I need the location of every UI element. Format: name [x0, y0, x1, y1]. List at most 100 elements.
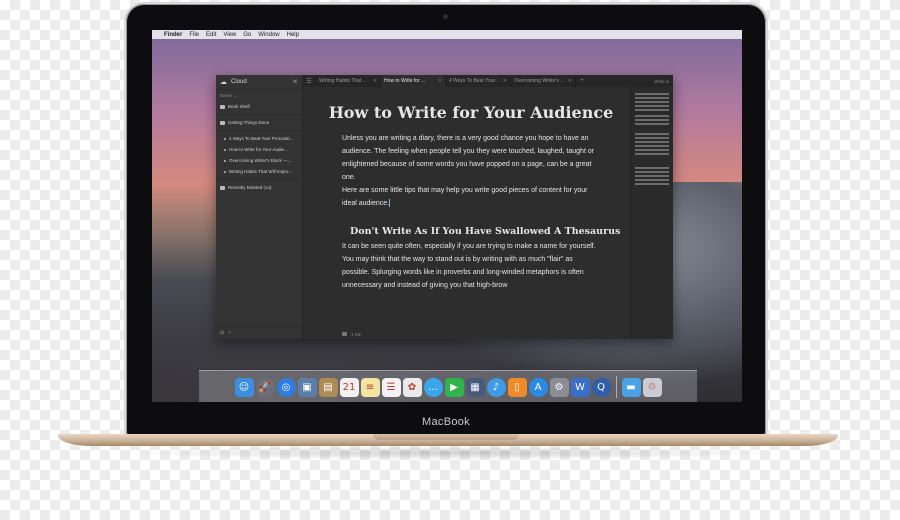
- sidebar-item-getting-things-done[interactable]: Getting Things Done: [216, 117, 302, 128]
- document-icon: [224, 148, 226, 151]
- editor-footer: 1 KB: [302, 329, 673, 339]
- launchpad-icon[interactable]: 🚀: [255, 377, 275, 397]
- trash-icon: [220, 185, 225, 190]
- menu-help[interactable]: Help: [287, 32, 299, 38]
- camera-icon: [443, 14, 448, 19]
- add-icon[interactable]: ⊞: [220, 330, 224, 336]
- tab-close-icon[interactable]: ✕: [568, 78, 572, 84]
- menu-edit[interactable]: Edit: [206, 32, 216, 38]
- preview-line: [635, 101, 669, 103]
- tab-overcoming[interactable]: Overcoming Writer's ... ✕: [511, 75, 576, 87]
- sidebar-title: Cloud: [231, 79, 247, 85]
- preview-line: [635, 183, 669, 185]
- text-cursor: [389, 199, 391, 208]
- document-paragraph: Here are some little tips that may help …: [342, 187, 588, 208]
- reminders-icon[interactable]: ☰: [381, 377, 401, 397]
- photobooth-icon[interactable]: ▦: [465, 377, 485, 397]
- sidebar-item-doc[interactable]: Writing Habits That Will Impro...: [216, 166, 302, 177]
- writer-icon[interactable]: W: [570, 377, 590, 397]
- sidebar-item-doc[interactable]: 4 Ways To Beat Your Procrasti...: [216, 133, 302, 144]
- new-document-icon[interactable]: +: [228, 330, 231, 336]
- sidebar-item-book-shelf[interactable]: Book Shelf: [216, 101, 302, 112]
- sidebar: ☁ Cloud ✕ Name ⌄ Book Shelf Getting Thin…: [216, 75, 303, 339]
- tab-writing-habits[interactable]: Writing Habits That ... ✕: [316, 75, 381, 87]
- menu-window[interactable]: Window: [258, 32, 279, 38]
- preview-line: [635, 105, 669, 107]
- menu-file[interactable]: File: [189, 32, 199, 38]
- sidebar-header: ☁ Cloud ✕: [216, 75, 302, 90]
- sidebar-item-recently-deleted[interactable]: Recently Deleted (14): [216, 182, 302, 193]
- preview-line: [635, 133, 669, 135]
- preview-line: [635, 149, 669, 151]
- menu-finder[interactable]: Finder: [164, 32, 182, 38]
- system-preferences-icon[interactable]: ⚙: [549, 377, 569, 397]
- calendar-icon[interactable]: 21: [339, 377, 359, 397]
- appstore-icon[interactable]: A: [528, 377, 548, 397]
- new-tab-icon[interactable]: +: [576, 75, 588, 87]
- tab-close-icon[interactable]: ✕: [373, 78, 377, 84]
- preview-line: [635, 171, 669, 173]
- macbook-label: MacBook: [422, 416, 470, 428]
- divider: [216, 179, 302, 180]
- writer-window: ☁ Cloud ✕ Name ⌄ Book Shelf Getting Thin…: [216, 75, 673, 339]
- sidebar-item-doc[interactable]: Overcoming Writer's Block —...: [216, 155, 302, 166]
- preview-line: [635, 167, 669, 169]
- preview-line: [635, 175, 669, 177]
- document-title: How to Write for Your Audience: [328, 103, 614, 122]
- preview-line: [635, 123, 669, 125]
- messages-icon[interactable]: …: [423, 377, 443, 397]
- sidebar-footer: ⊞ +: [216, 326, 302, 339]
- preview-line: [635, 141, 669, 143]
- preview-line: [635, 115, 669, 117]
- document-icon: [224, 170, 226, 173]
- screen: Finder File Edit View Go Window Help ☁ C…: [152, 30, 742, 402]
- cloud-icon: ☁: [220, 79, 227, 86]
- close-icon[interactable]: ✕: [292, 78, 298, 86]
- preview-pane[interactable]: [630, 87, 673, 339]
- preview-line: [635, 119, 669, 121]
- divider: [216, 114, 302, 115]
- downloads-folder-icon[interactable]: ▬: [621, 377, 641, 397]
- finder-icon[interactable]: ☺: [234, 377, 254, 397]
- document-heading: Don't Write As If You Have Swallowed A T…: [350, 226, 621, 237]
- tab-bar-right-label[interactable]: Write &: [654, 75, 673, 87]
- preview-line: [635, 97, 669, 99]
- dock-separator: [615, 376, 617, 398]
- preview-line: [635, 93, 669, 95]
- dock: ☺ 🚀 ◎ ▣ ▤ 21 ≡ ☰ ✿… ▶ ▦ ♪ ▯ A ⚙ W Q ▬ ♲: [199, 370, 697, 402]
- divider: [216, 130, 302, 131]
- preview-icon[interactable]: ▣: [297, 377, 317, 397]
- safari-icon[interactable]: ◎: [276, 377, 296, 397]
- trash-icon[interactable]: ♲: [642, 377, 662, 397]
- menu-go[interactable]: Go: [243, 32, 251, 38]
- laptop-shadow: [120, 446, 780, 460]
- contacts-icon[interactable]: ▤: [318, 377, 338, 397]
- preview-line: [635, 137, 669, 139]
- tab-bar: ☰ Writing Habits That ... ✕ How to Write …: [302, 75, 673, 87]
- facetime-icon[interactable]: ▶: [444, 377, 464, 397]
- laptop-notch: [373, 434, 519, 440]
- sidebar-sort-label[interactable]: Name ⌄: [216, 90, 302, 101]
- ibooks-icon[interactable]: ▯: [507, 377, 527, 397]
- tab-close-icon[interactable]: ✕: [438, 78, 442, 84]
- folder-icon: [220, 104, 225, 109]
- editor[interactable]: How to Write for Your Audience Unless yo…: [302, 87, 626, 329]
- preview-line: [635, 145, 669, 147]
- menu-view[interactable]: View: [223, 32, 236, 38]
- word-count: 1 KB: [351, 331, 361, 337]
- document-paragraph: Unless you are writing a diary, there is…: [342, 135, 595, 181]
- document-icon: [342, 332, 347, 336]
- notes-icon[interactable]: ≡: [360, 377, 380, 397]
- tab-close-icon[interactable]: ✕: [503, 78, 507, 84]
- menu-bar: Finder File Edit View Go Window Help: [152, 30, 742, 39]
- tab-4-ways[interactable]: 4 Ways To Beat Your... ✕: [446, 75, 511, 87]
- folder-icon: [220, 120, 225, 125]
- itunes-icon[interactable]: ♪: [486, 377, 506, 397]
- photos-icon[interactable]: ✿: [402, 377, 422, 397]
- document-icon: [224, 159, 226, 162]
- preview-line: [635, 109, 669, 111]
- hamburger-icon[interactable]: ☰: [302, 75, 316, 87]
- tab-how-to-write[interactable]: How to Write for ... ✕: [381, 75, 446, 87]
- quicktime-icon[interactable]: Q: [591, 377, 611, 397]
- sidebar-item-doc[interactable]: How to Write for Your Audie...: [216, 144, 302, 155]
